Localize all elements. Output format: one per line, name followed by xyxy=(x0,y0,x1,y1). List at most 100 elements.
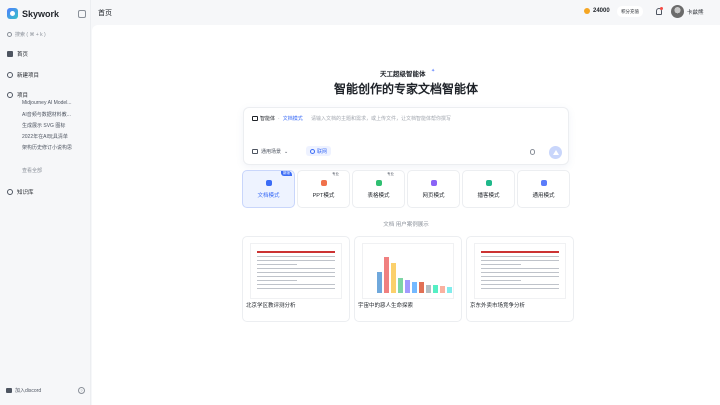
sidebar-item-label: 知识库 xyxy=(17,189,34,196)
mode-tag: 专业 xyxy=(387,172,394,176)
scene-label: 通用场景 xyxy=(261,149,282,155)
sidebar-item-home[interactable]: 首页 xyxy=(7,48,85,59)
hero-title: 智能创作的专家文档智能体 xyxy=(333,82,478,96)
case-thumbnail xyxy=(362,243,454,299)
agent-label: 智能体 xyxy=(260,116,276,122)
search-icon xyxy=(7,32,12,37)
sheet-icon xyxy=(375,180,382,186)
project-item[interactable]: 架构历史修订小说构思 xyxy=(22,144,78,155)
mode-sheet[interactable]: 专业 表格模式 xyxy=(352,170,405,208)
separator: · xyxy=(278,115,280,122)
case-bar xyxy=(384,257,389,293)
case-card[interactable]: 京东外卖市场竞争分析 xyxy=(466,236,574,322)
case-bar xyxy=(447,287,452,293)
send-button[interactable] xyxy=(549,146,562,159)
coin-icon xyxy=(584,8,590,14)
project-list: Midjourney AI Model... AI音频与数据材料教... 生成展… xyxy=(22,100,78,155)
brand[interactable]: Skywork xyxy=(7,8,59,19)
help-icon[interactable]: ? xyxy=(78,387,85,394)
attachment-icon[interactable] xyxy=(530,149,535,155)
sidebar: Skywork 搜索 ( ⌘ + k ) 首页 新建项目 项目 Midjourn… xyxy=(0,0,91,405)
scene-select[interactable]: 通用场景 ⌄ xyxy=(252,148,288,155)
discord-link[interactable]: 加入discord xyxy=(6,387,41,394)
project-item[interactable]: AI音频与数据材料教... xyxy=(22,111,78,122)
case-card[interactable]: 宇宙中的惡人生命探索 xyxy=(354,236,462,322)
discord-label: 加入discord xyxy=(15,388,42,394)
search-button[interactable]: 搜索 ( ⌘ + k ) xyxy=(7,29,83,40)
view-all-link[interactable]: 查看全部 xyxy=(22,167,42,174)
credits-balance[interactable]: 24000 xyxy=(584,8,610,14)
sidebar-item-label: 首页 xyxy=(17,51,29,58)
project-item[interactable]: 2022年在AI玩具清单 xyxy=(22,133,78,144)
case-caption: 京东外卖市场竞争分析 xyxy=(470,303,526,309)
web-search-toggle[interactable]: 联网 xyxy=(306,146,332,156)
plus-circle-icon xyxy=(7,71,13,78)
sparkle-icon: ✦ xyxy=(431,68,436,74)
prompt-input[interactable]: 请输入文档的主题和需求，或上传文件，让文档智能体帮你撰写 xyxy=(311,115,451,122)
recharge-button[interactable]: 积分充值 xyxy=(617,6,643,17)
case-bar xyxy=(405,280,410,293)
case-gallery: 北京学区教评测分析 宇宙中的惡人生命探索 京东外卖市场竞争分析 xyxy=(242,236,574,322)
home-icon xyxy=(7,50,13,57)
case-thumbnail xyxy=(474,243,566,299)
search-label: 搜索 ( ⌘ + k ) xyxy=(15,32,46,38)
project-item[interactable]: Midjourney AI Model... xyxy=(22,100,78,111)
notification-dot xyxy=(660,7,663,10)
agent-selector[interactable]: 智能体 · 文档模式 xyxy=(252,115,303,122)
sidebar-item-new-project[interactable]: 新建项目 xyxy=(7,69,85,80)
mode-webpage[interactable]: 网页模式 xyxy=(407,170,460,208)
mode-document[interactable]: 新版 文档模式 xyxy=(242,170,295,208)
mode-label: 播客模式 xyxy=(477,193,500,199)
scene-icon xyxy=(252,149,258,154)
mode-label: PPT模式 xyxy=(312,193,335,199)
globe-icon xyxy=(310,148,315,154)
book-icon xyxy=(7,188,13,195)
mode-tag: 专业 xyxy=(332,172,339,176)
mode-label: 文档模式 xyxy=(257,193,280,199)
prompt-composer[interactable]: 智能体 · 文档模式 请输入文档的主题和需求，或上传文件，让文档智能体帮你撰写 … xyxy=(243,107,569,165)
case-bar xyxy=(433,285,438,293)
case-bar-chart xyxy=(377,257,452,293)
page-title: 首页 xyxy=(98,10,112,17)
document-icon xyxy=(265,180,272,186)
case-bar xyxy=(412,282,417,293)
mode-label: 通用模式 xyxy=(532,193,555,199)
mode-tag: 新版 xyxy=(281,171,292,176)
discord-icon xyxy=(6,388,12,393)
mode-ppt[interactable]: 专业 PPT模式 xyxy=(297,170,350,208)
case-bar xyxy=(391,263,396,293)
sidebar-item-knowledge[interactable]: 知识库 xyxy=(7,186,85,197)
agent-mode-label: 文档模式 xyxy=(282,116,303,122)
chevron-down-icon: ⌄ xyxy=(284,148,289,155)
collapse-sidebar-icon[interactable] xyxy=(78,10,86,18)
general-icon xyxy=(540,180,547,186)
case-bar xyxy=(426,285,431,293)
send-arrow-icon xyxy=(552,150,559,155)
mode-selector: 新版 文档模式 专业 PPT模式 专业 表格模式 网页模式 播客模式 通用模式 xyxy=(242,170,570,208)
mode-podcast[interactable]: 播客模式 xyxy=(462,170,515,208)
webpage-icon xyxy=(430,180,437,186)
bot-icon xyxy=(252,116,258,121)
mode-label: 表格模式 xyxy=(367,193,390,199)
web-search-label: 联网 xyxy=(317,148,328,155)
cases-title: 文档 用户案例展示 xyxy=(383,222,429,228)
case-caption: 北京学区教评测分析 xyxy=(246,303,296,309)
mode-general[interactable]: 通用模式 xyxy=(517,170,570,208)
avatar[interactable] xyxy=(671,5,684,18)
case-thumbnail xyxy=(250,243,342,299)
case-bar xyxy=(377,272,382,293)
case-bar xyxy=(440,286,445,293)
case-bar xyxy=(398,278,403,293)
ppt-icon xyxy=(320,180,327,186)
case-card[interactable]: 北京学区教评测分析 xyxy=(242,236,350,322)
podcast-icon xyxy=(485,180,492,186)
brand-name: Skywork xyxy=(22,8,60,19)
sidebar-item-label: 新建项目 xyxy=(17,72,40,79)
agent-badge: 天工超级智能体 xyxy=(380,71,426,78)
case-caption: 宇宙中的惡人生命探索 xyxy=(358,303,414,309)
project-item[interactable]: 生成展示 SVG 图标 xyxy=(22,122,78,133)
mode-label: 网页模式 xyxy=(422,193,445,199)
credits-value: 24000 xyxy=(593,8,610,14)
skywork-logo-icon xyxy=(7,8,18,19)
username[interactable]: 卡兹熊 xyxy=(687,8,704,16)
